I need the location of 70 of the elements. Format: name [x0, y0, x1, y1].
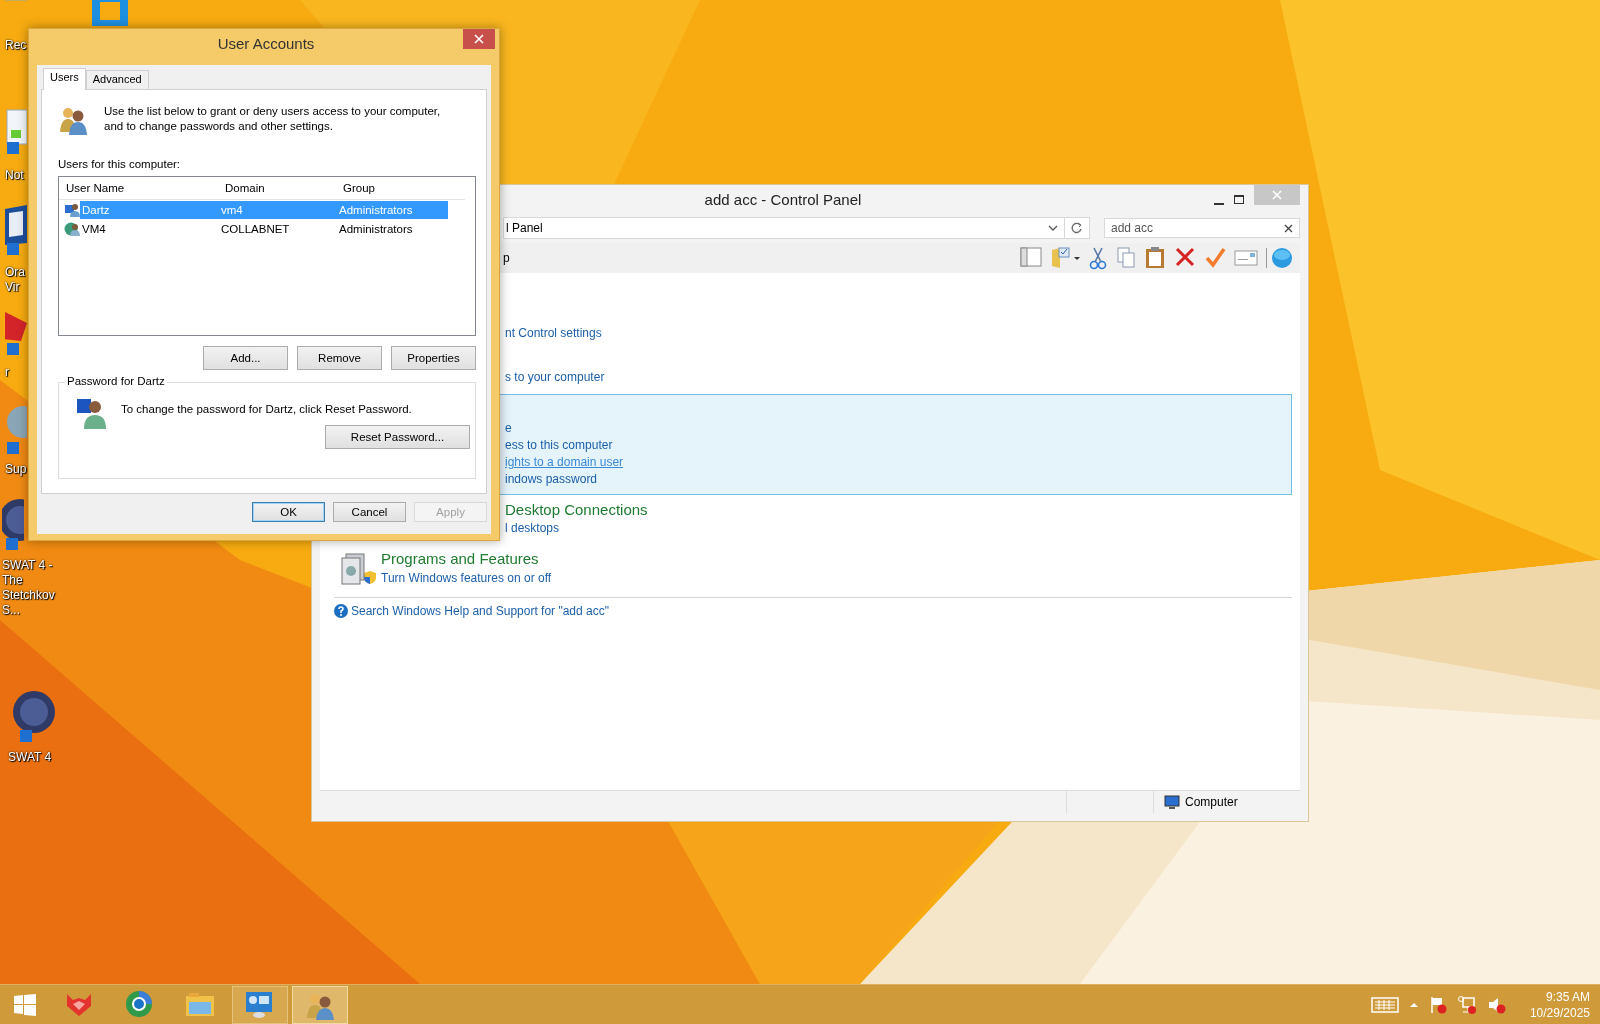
cancel-button[interactable]: Cancel: [333, 502, 406, 522]
window-title: add acc - Control Panel: [703, 190, 863, 208]
category-title[interactable]: Desktop Connections: [505, 501, 648, 518]
clipboard-icon[interactable]: [1144, 246, 1166, 270]
flag-icon[interactable]: [1428, 995, 1447, 1015]
task-link[interactable]: indows password: [505, 472, 598, 486]
column-header[interactable]: User Name: [59, 182, 218, 194]
user-list[interactable]: User Name Domain Group Dartz vm4 Administrators VM4 COLLABNET Administrators: [58, 176, 476, 336]
column-header[interactable]: Group: [336, 182, 465, 194]
close-button[interactable]: [463, 29, 495, 49]
help-link[interactable]: Search Windows Help and Support for "add acc": [351, 604, 609, 618]
address-bar[interactable]: l Panel: [503, 217, 1065, 239]
help-icon: [334, 604, 348, 618]
start-icon[interactable]: [14, 994, 36, 1016]
globe-icon[interactable]: [1266, 246, 1294, 270]
reset-password-button[interactable]: Reset Password...: [325, 425, 470, 449]
ok-button[interactable]: OK: [252, 502, 325, 522]
task-link[interactable]: nt Control settings: [505, 326, 602, 340]
network-icon[interactable]: [1456, 995, 1477, 1015]
clear-icon: [1284, 223, 1293, 233]
check-icon[interactable]: [1204, 246, 1226, 270]
chevron-up-icon[interactable]: [1408, 1000, 1419, 1010]
close-icon: [474, 34, 484, 44]
remove-button[interactable]: Remove: [297, 346, 382, 370]
refresh-button[interactable]: [1065, 217, 1090, 239]
maximize-icon[interactable]: [1234, 194, 1244, 204]
search-field[interactable]: add acc: [1104, 218, 1300, 238]
shield-icon: [363, 570, 377, 585]
add-button[interactable]: Add...: [203, 346, 288, 370]
intro-text: Use the list below to grant or deny users access to your computer, and to change passwords and other settings.: [104, 104, 442, 134]
user-icon: [75, 397, 107, 429]
table-cell-text: VM4: [81, 222, 107, 235]
toolbar-label: p: [503, 251, 511, 265]
group-title: Password for Dartz: [65, 375, 167, 387]
table-cell-text: Dartz: [81, 203, 111, 216]
computer-icon: [1164, 795, 1180, 809]
table-cell-text: vm4: [220, 203, 244, 216]
user-row[interactable]: VM4 COLLABNET Administrators: [80, 219, 448, 238]
table-cell-text: COLLABNET: [220, 222, 291, 235]
scissors-icon[interactable]: [1088, 246, 1108, 270]
dialog-title: User Accounts: [216, 34, 316, 52]
refresh-icon: [1071, 222, 1083, 234]
taskbar-button[interactable]: [292, 986, 348, 1024]
task-link[interactable]: e: [505, 421, 512, 435]
properties-button[interactable]: Properties: [391, 346, 476, 370]
box-icon[interactable]: [5, 205, 27, 257]
taskbar-button[interactable]: [232, 986, 288, 1024]
control-panel-icon: [245, 990, 275, 1020]
task-link[interactable]: s to your computer: [505, 370, 605, 384]
keyboard-icon[interactable]: [1370, 995, 1399, 1015]
speaker-icon[interactable]: [1486, 995, 1506, 1015]
column-header[interactable]: Domain: [218, 182, 336, 194]
user-icon: [64, 201, 80, 218]
close-icon: [1272, 190, 1282, 200]
folder-check-icon[interactable]: [1050, 246, 1080, 270]
category-title[interactable]: Programs and Features: [381, 550, 539, 567]
task-link[interactable]: ess to this computer: [505, 438, 613, 452]
user-icon: [64, 220, 80, 237]
layout-icon[interactable]: [1020, 246, 1042, 270]
tab[interactable]: Users: [43, 68, 86, 90]
tab[interactable]: Advanced: [85, 70, 149, 89]
browser-icon: [125, 990, 155, 1020]
dropdown-icon: [1048, 225, 1058, 231]
task-link[interactable]: l desktops: [505, 521, 560, 535]
task-link[interactable]: Turn Windows features on or off: [381, 570, 552, 585]
copy-icon[interactable]: [1116, 246, 1136, 270]
table-cell-text: Administrators: [338, 203, 414, 216]
list-label: Users for this computer:: [58, 158, 182, 170]
status-text: Computer: [1185, 795, 1238, 809]
table-cell-text: Administrators: [338, 222, 414, 235]
